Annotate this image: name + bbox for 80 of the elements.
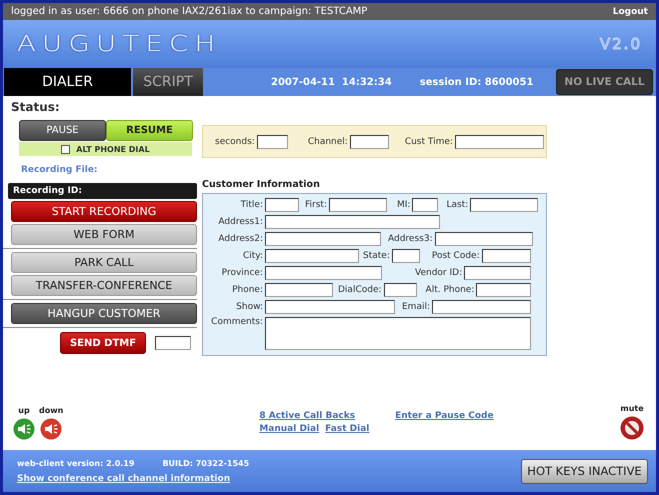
field-label: Address1: — [217, 217, 263, 227]
pause-button[interactable]: RESUME — [106, 120, 193, 141]
input-field[interactable] — [432, 300, 532, 314]
fast-dial-link[interactable]: Fast Dial — [325, 424, 370, 434]
call-status-button[interactable]: NO LIVE CALL — [556, 69, 653, 95]
send-dtmf-button[interactable]: SEND DTMF — [60, 332, 146, 354]
input-field[interactable] — [434, 232, 533, 246]
input-field[interactable] — [328, 198, 387, 212]
field-label: City: — [242, 251, 263, 261]
input-field[interactable] — [350, 134, 389, 148]
conference-link[interactable]: Show conference call channel information — [17, 474, 250, 484]
logo: AUGUTECH — [17, 32, 222, 56]
logout-link[interactable]: Logout — [612, 6, 648, 16]
session-id: session ID: 8600051 — [420, 76, 534, 88]
field-label: Channel: — [308, 136, 348, 146]
volume-label: down — [39, 406, 64, 415]
mute-label: mute — [620, 404, 644, 413]
hot-keys-button[interactable]: HOT KEYS INACTIVE — [521, 458, 648, 484]
field-label: DialCode: — [338, 285, 382, 295]
user-info: logged in as user: 6666 on phone IAX2/261iax to campaign: TESTCAMP — [11, 6, 368, 17]
field-label: Show: — [235, 302, 263, 312]
recording-file-label: Recording File: — [21, 165, 99, 175]
callbacks-link[interactable]: 8 Active Call Backs — [259, 411, 356, 421]
input-field[interactable] — [256, 134, 288, 148]
input-field[interactable] — [464, 266, 532, 280]
field-label: Province: — [220, 268, 263, 278]
input-field[interactable] — [454, 134, 544, 148]
action-button[interactable]: START RECORDING — [11, 201, 197, 222]
dtmf-field[interactable] — [155, 336, 191, 350]
checkbox[interactable] — [61, 144, 70, 154]
input-field[interactable] — [265, 215, 440, 229]
action-button[interactable]: PARK CALL — [11, 252, 197, 273]
field-label: Title: — [240, 200, 263, 210]
action-button[interactable]: WEB FORM — [11, 224, 197, 245]
recording-id-label: Recording ID: — [13, 186, 82, 196]
input-field[interactable] — [265, 283, 333, 297]
field-label: Address2: — [217, 234, 263, 244]
field-label: Cust Time: — [404, 136, 453, 146]
comments-field[interactable] — [265, 317, 531, 350]
field-label: MI: — [396, 200, 410, 210]
input-field[interactable] — [470, 198, 538, 212]
input-field[interactable] — [265, 249, 359, 263]
field-label: Comments: — [210, 317, 263, 327]
build-info: BUILD: 70322-1545 — [162, 458, 250, 468]
input-field[interactable] — [392, 249, 420, 263]
field-label: Address3: — [388, 234, 433, 244]
field-label: State: — [363, 251, 390, 261]
section-title: Customer Information — [202, 179, 321, 190]
pause-button[interactable]: PAUSE — [19, 120, 106, 141]
action-button[interactable]: HANGUP CUSTOMER — [11, 303, 197, 324]
field-label: Alt. Phone: — [426, 285, 474, 295]
input-field[interactable] — [384, 283, 417, 297]
input-field[interactable] — [265, 300, 395, 314]
input-field[interactable] — [265, 198, 299, 212]
field-label: seconds: — [215, 136, 255, 146]
version-info: web-client version: 2.0.19 — [17, 458, 134, 468]
field-label: Post Code: — [432, 251, 480, 261]
field-label: First: — [305, 200, 327, 210]
volume-label: up — [18, 406, 30, 415]
version-label: V2.0 — [600, 35, 642, 53]
action-button[interactable]: TRANSFER-CONFERENCE — [11, 275, 197, 296]
field-label: Email: — [402, 302, 430, 312]
speaker-icon[interactable] — [40, 418, 62, 440]
tab[interactable]: DIALER — [4, 68, 131, 96]
input-field[interactable] — [412, 198, 438, 212]
field-label: Phone: — [231, 285, 263, 295]
pause-code-link[interactable]: Enter a Pause Code — [395, 411, 494, 421]
input-field[interactable] — [265, 266, 382, 280]
input-field[interactable] — [476, 283, 532, 297]
manual-dial-link[interactable]: Manual Dial — [259, 424, 320, 434]
tab[interactable]: SCRIPT — [133, 68, 203, 96]
checkbox-label: ALT PHONE DIAL — [76, 144, 150, 154]
speaker-icon[interactable] — [13, 418, 35, 440]
field-label: Last: — [446, 200, 468, 210]
input-field[interactable] — [482, 249, 531, 263]
mute-icon[interactable] — [620, 416, 644, 440]
date-time: 2007-04-11 14:32:34 — [271, 76, 392, 88]
input-field[interactable] — [265, 232, 381, 246]
field-label: Vendor ID: — [415, 268, 462, 278]
status-label: Status: — [11, 100, 61, 114]
